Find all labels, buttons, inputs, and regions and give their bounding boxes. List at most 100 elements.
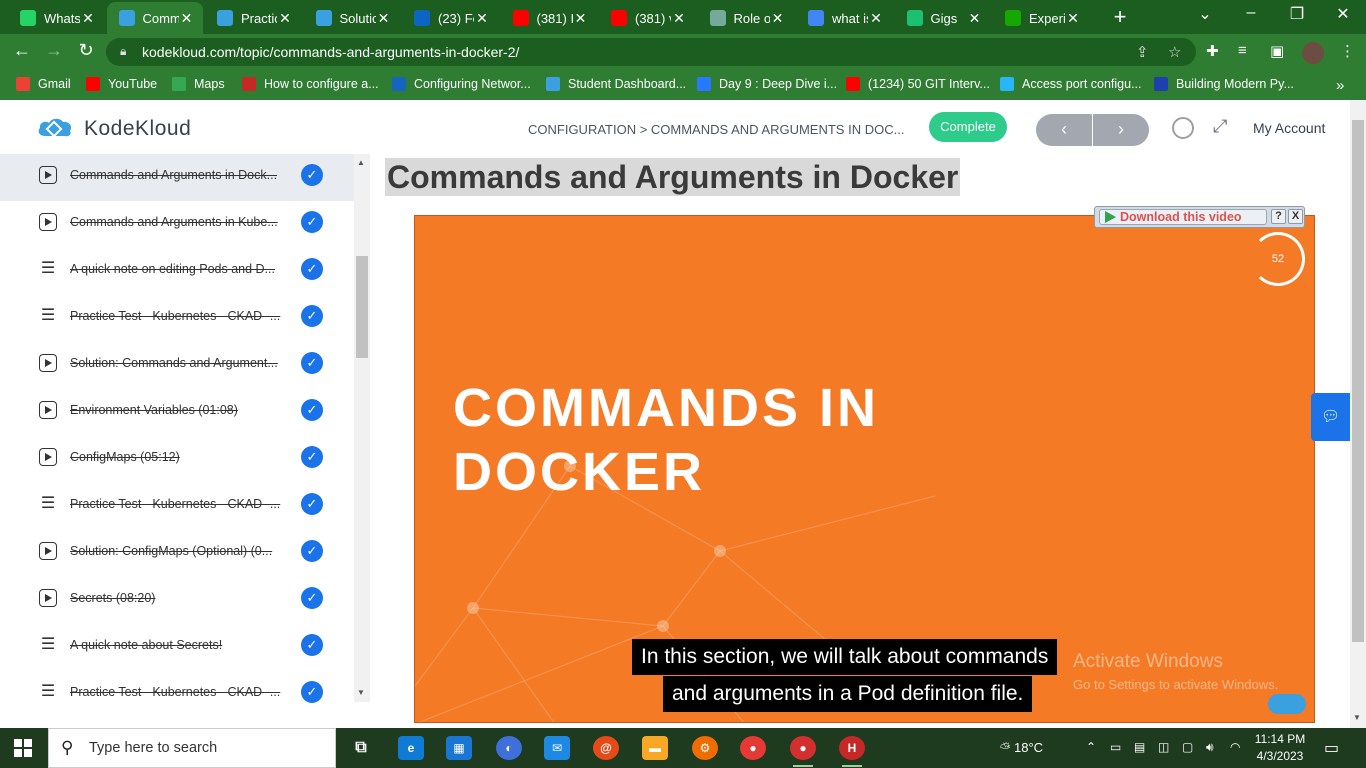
sidebar-scrollbar[interactable] [354, 154, 370, 702]
dark-mode-toggle-icon[interactable] [1172, 117, 1194, 139]
profile-avatar[interactable] [1302, 42, 1324, 64]
lesson-item[interactable]: Commands and Arguments in Dock... ✓ [0, 154, 354, 201]
notification-icon[interactable]: ▭ [1324, 738, 1339, 758]
browser-tab[interactable]: Comm ✕ [106, 2, 203, 34]
tray-chevron-icon[interactable]: ⌃ [1086, 740, 1096, 754]
close-tab-icon[interactable]: ✕ [868, 10, 884, 27]
back-button[interactable]: ← [10, 40, 34, 61]
network-monitor-icon[interactable]: ▢ [1182, 740, 1193, 754]
browser-tab[interactable]: Solutic ✕ [304, 2, 400, 34]
bookmark-item[interactable]: Day 9 : Deep Dive i... [697, 77, 837, 91]
lesson-item[interactable]: Environment Variables (01:08) ✓ [0, 389, 354, 436]
minimize-button[interactable]: – [1236, 4, 1266, 22]
restore-button[interactable]: ❐ [1282, 4, 1312, 24]
side-panel-icon[interactable]: ▣ [1270, 42, 1284, 60]
page-scroll-down-icon[interactable]: ▼ [1353, 713, 1361, 722]
share-icon[interactable]: ⇪ [1136, 43, 1149, 61]
close-window-button[interactable]: ✕ [1328, 4, 1358, 24]
download-video-button[interactable]: Download this video [1099, 209, 1267, 225]
taskbar-search-placeholder[interactable]: Type here to search [89, 740, 217, 756]
chrome-icon[interactable]: ● [740, 736, 766, 760]
complete-button[interactable]: Complete [929, 112, 1007, 142]
wifi-icon[interactable]: ◠ [1230, 740, 1240, 754]
volume-icon[interactable]: 🔊︎ [1206, 740, 1214, 755]
menu-icon[interactable]: ⋮ [1340, 42, 1355, 60]
lesson-item[interactable]: ☰ A quick note about Secrets! ✓ [0, 624, 354, 671]
close-tab-icon[interactable]: ✕ [80, 10, 96, 27]
brand-name[interactable]: KodeKloud [84, 117, 191, 141]
close-tab-icon[interactable]: ✕ [376, 10, 392, 27]
download-help-button[interactable]: ? [1271, 209, 1286, 224]
camera-icon[interactable]: ◫ [1158, 740, 1169, 754]
chrome-profile-icon[interactable]: ● [790, 736, 816, 767]
lesson-item[interactable]: ☰ A quick note on editing Pods and D... ✓ [0, 248, 354, 295]
lesson-item[interactable]: ConfigMaps (05:12) ✓ [0, 436, 354, 483]
settings-gear-icon[interactable]: ⚙ [692, 736, 718, 760]
address-bar[interactable]: 🔒︎ kodekloud.com/topic/commands-and-argu… [106, 38, 1196, 66]
browser-tab[interactable]: Whats ✕ [8, 2, 104, 34]
page-scrollbar-thumb[interactable] [1352, 120, 1364, 642]
browser-tab[interactable]: (381) v✕ [599, 2, 695, 34]
lesson-item[interactable]: Solution: Commands and Argument... ✓ [0, 342, 354, 389]
reading-list-icon[interactable]: ≡ [1238, 42, 1247, 59]
url-text[interactable]: kodekloud.com/topic/commands-and-argumen… [142, 44, 519, 60]
edge-icon[interactable]: e [398, 736, 424, 760]
close-tab-icon[interactable]: ✕ [277, 10, 293, 27]
windows-start-icon[interactable] [14, 739, 32, 757]
browser-tab[interactable]: Practic ✕ [205, 2, 301, 34]
tab-search-icon[interactable]: ⌄ [1190, 4, 1220, 24]
previous-lesson-button[interactable]: ‹ [1036, 114, 1092, 146]
lesson-item[interactable]: ☰ Practice Test - Kubernetes - CKAD -... ✓ [0, 671, 354, 718]
bookmark-item[interactable]: (1234) 50 GIT Interv... [846, 77, 990, 91]
bookmark-star-icon[interactable]: ☆ [1168, 43, 1181, 61]
more-bookmarks-icon[interactable]: » [1336, 77, 1344, 94]
chrome-h-profile-icon[interactable]: H [839, 736, 865, 767]
bookmark-item[interactable]: YouTube [86, 77, 157, 91]
sidebar-scroll-up-icon[interactable]: ▲ [357, 158, 365, 167]
close-tab-icon[interactable]: ✕ [1065, 10, 1081, 27]
weather-widget[interactable]: ⛅︎ 18°C [1000, 740, 1043, 756]
sidebar-scroll-down-icon[interactable]: ▼ [357, 688, 365, 697]
close-tab-icon[interactable]: ✕ [179, 10, 195, 27]
kodekloud-logo-icon[interactable] [36, 116, 74, 142]
lesson-item[interactable]: Commands and Arguments in Kube... ✓ [0, 201, 354, 248]
bookmark-item[interactable]: Configuring Networ... [392, 77, 531, 91]
taskbar-search-box[interactable]: ⚲ Type here to search [48, 728, 336, 768]
taskbar-clock[interactable]: 11:14 PM 4/3/2023 [1250, 731, 1310, 765]
bookmark-item[interactable]: Building Modern Py... [1154, 77, 1294, 91]
next-lesson-button[interactable]: › [1093, 114, 1149, 146]
download-close-button[interactable]: X [1288, 209, 1303, 224]
browser-tab[interactable]: what is✕ [796, 2, 892, 34]
browser-tab[interactable]: Experi ✕ [993, 2, 1089, 34]
lesson-item[interactable]: ☰ Practice Test - Kubernetes - CKAD -... ✓ [0, 295, 354, 342]
temperature[interactable]: 18°C [1014, 740, 1043, 755]
close-tab-icon[interactable]: ✕ [671, 10, 687, 27]
bookmark-item[interactable]: Student Dashboard... [546, 77, 686, 91]
bookmark-item[interactable]: Gmail [16, 77, 71, 91]
file-explorer-icon[interactable]: ▬ [642, 736, 668, 760]
lesson-item[interactable]: Solution: ConfigMaps (Optional) (0... ✓ [0, 530, 354, 577]
battery-icon[interactable]: ▭ [1110, 740, 1121, 754]
forward-button[interactable]: → [42, 40, 66, 61]
chat-widget-icon[interactable]: 💬︎ [1311, 393, 1350, 441]
app-icon[interactable]: ◐ [496, 736, 522, 760]
new-tab-button[interactable]: + [1108, 4, 1132, 30]
lock-icon[interactable]: 🔒︎ [120, 44, 126, 59]
close-tab-icon[interactable]: ✕ [474, 10, 490, 27]
browser-tab[interactable]: (23) Fe✕ [402, 2, 498, 34]
breadcrumb[interactable]: CONFIGURATION > COMMANDS AND ARGUMENTS I… [528, 122, 904, 137]
browser-tab[interactable]: Gigs ✕ [895, 2, 991, 34]
sidebar-scrollbar-thumb[interactable] [356, 256, 368, 358]
lesson-item[interactable]: ☰ Practice Test - Kubernetes - CKAD -... ✓ [0, 483, 354, 530]
display-icon[interactable]: ▤ [1134, 740, 1145, 754]
browser-tab[interactable]: (381) I ✕ [501, 2, 597, 34]
lesson-item[interactable]: Secrets (08:20) ✓ [0, 577, 354, 624]
swirl-app-icon[interactable]: @ [593, 736, 619, 760]
bookmark-item[interactable]: Maps [172, 77, 225, 91]
my-account-link[interactable]: My Account [1253, 120, 1325, 136]
reload-button[interactable]: ↻ [74, 40, 98, 61]
close-tab-icon[interactable]: ✕ [573, 10, 589, 27]
store-icon[interactable]: ▦ [446, 736, 472, 760]
browser-tab[interactable]: Role o ✕ [698, 2, 794, 34]
bookmark-item[interactable]: Access port configu... [1000, 77, 1142, 91]
